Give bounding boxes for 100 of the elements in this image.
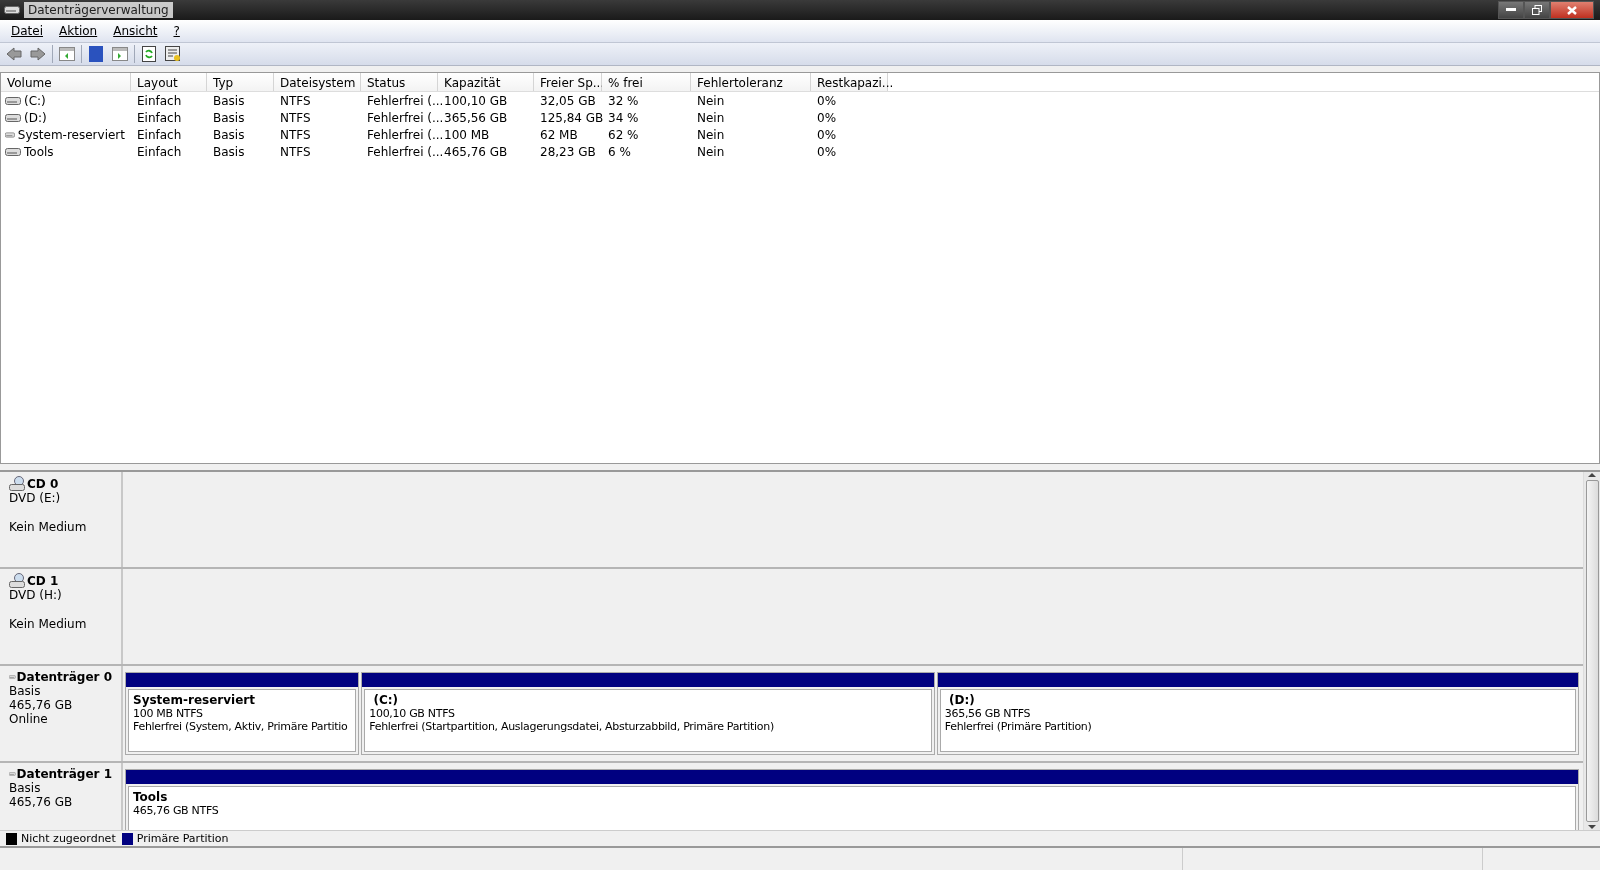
disk-detail: Basis	[9, 684, 41, 698]
drive-icon	[5, 95, 21, 106]
minimize-icon	[1506, 8, 1516, 12]
partition-block[interactable]: System-reserviert 100 MB NTFS Fehlerfrei (System, Aktiv, Primäre Partitio	[125, 672, 360, 755]
table-cell: (D:)	[24, 110, 47, 125]
close-icon	[1567, 5, 1577, 15]
table-cell-text: Basis	[212, 144, 246, 159]
partition-status: Fehlerfrei (Startpartition, Auslagerungsdatei, Absturzabbild, Primäre Partition)	[369, 720, 774, 733]
table-cell-text: Nein	[696, 127, 726, 142]
back-button[interactable]	[4, 44, 24, 64]
partition-name: (C:)	[372, 693, 398, 707]
table-cell-text: 62 %	[607, 127, 640, 142]
partition-name: (D:)	[947, 693, 975, 707]
scrollbar-thumb[interactable]	[1585, 480, 1599, 822]
table-cell-text: 32,05 GB	[539, 93, 597, 108]
disk-info-panel[interactable]: CD 1 DVD (H:) Kein Medium	[0, 569, 123, 664]
close-button[interactable]	[1550, 1, 1594, 19]
partition-name: System-reserviert	[133, 693, 255, 707]
menu-item[interactable]: Ansicht	[106, 24, 165, 38]
disk-info-panel[interactable]: Datenträger 0 Basis 465,76 GB Online	[0, 666, 123, 761]
drive-icon	[5, 112, 21, 123]
table-cell-text: 0%	[816, 93, 838, 108]
menu-item[interactable]: Aktion	[52, 24, 105, 38]
column-header[interactable]: Freier Sp...	[534, 73, 602, 91]
table-cell-text: Einfach	[136, 127, 183, 142]
legend-label: Primäre Partition	[136, 832, 229, 845]
scroll-down-icon[interactable]	[1588, 824, 1596, 830]
table-cell-text: NTFS	[279, 144, 312, 159]
optical-drive-icon	[9, 476, 26, 491]
disk-detail: Kein Medium	[9, 520, 87, 534]
table-cell-text: 62 MB	[539, 127, 579, 142]
column-header[interactable]: Layout	[131, 73, 207, 91]
table-cell-text: NTFS	[279, 93, 312, 108]
column-header[interactable]: Status	[361, 73, 438, 91]
table-cell-text: Nein	[696, 144, 726, 159]
table-cell: (C:)	[24, 93, 46, 108]
minimize-button[interactable]	[1498, 1, 1524, 19]
table-cell-text: Einfach	[136, 93, 183, 108]
panel-toggle-button[interactable]	[57, 44, 77, 64]
menu-item[interactable]: Datei	[4, 24, 50, 38]
table-cell-text: Einfach	[136, 144, 183, 159]
disk-name: Datenträger 1	[16, 767, 112, 781]
legend-label: Nicht zugeordnet	[21, 832, 116, 845]
panel-toggle-button[interactable]	[110, 44, 130, 64]
table-cell-text: 0%	[816, 110, 838, 125]
disk-detail: DVD (E:)	[9, 491, 61, 505]
disk-name: Datenträger 0	[16, 670, 112, 684]
table-cell-text: NTFS	[279, 110, 312, 125]
column-header[interactable]: Dateisystem	[274, 73, 361, 91]
column-header[interactable]: Typ	[207, 73, 274, 91]
table-cell: System-reserviert	[17, 127, 125, 142]
partition-size: 100,10 GB NTFS	[369, 707, 455, 720]
properties-button[interactable]	[163, 44, 183, 64]
table-cell-text: NTFS	[279, 127, 312, 142]
table-cell-text: 125,84 GB	[539, 110, 602, 125]
partition-block[interactable]: Tools 465,76 GB NTFS	[125, 769, 1579, 830]
drive-icon	[5, 146, 21, 157]
table-cell-text: Basis	[212, 93, 246, 108]
disk-detail: Basis	[9, 781, 41, 795]
menu-item[interactable]: ?	[166, 24, 187, 38]
refresh-button[interactable]	[139, 44, 159, 64]
optical-drive-icon	[9, 573, 26, 588]
scroll-up-icon[interactable]	[1588, 472, 1596, 478]
restore-button[interactable]	[1524, 1, 1550, 19]
column-header[interactable]: Kapazität	[438, 73, 534, 91]
forward-button[interactable]	[28, 44, 48, 64]
disk-detail: 465,76 GB	[9, 698, 73, 712]
partition-name: Tools	[133, 790, 168, 804]
app-icon	[4, 5, 20, 15]
table-cell: Tools	[24, 144, 54, 159]
partition-size: 465,76 GB NTFS	[133, 804, 219, 817]
disk-name: CD 1	[27, 573, 59, 588]
column-header[interactable]: % frei	[602, 73, 691, 91]
partition-block[interactable]: (C:) 100,10 GB NTFS Fehlerfrei (Startpartition, Auslagerungsdatei, Absturzabbild, Primäre Partition)	[361, 672, 935, 755]
partition-size: 100 MB NTFS	[133, 707, 203, 720]
table-cell-text: Nein	[696, 93, 726, 108]
table-cell-text: 0%	[816, 144, 838, 159]
table-cell-text: 0%	[816, 127, 838, 142]
table-cell-text: 6 %	[607, 144, 632, 159]
table-cell-text: 32 %	[607, 93, 640, 108]
disk-name: CD 0	[27, 476, 59, 491]
partition-status: Fehlerfrei (System, Aktiv, Primäre Partitio	[133, 720, 348, 733]
partition-block[interactable]: (D:) 365,56 GB NTFS Fehlerfrei (Primäre Partition)	[936, 672, 1579, 755]
window-title: Datenträgerverwaltung	[24, 2, 173, 18]
disk-info-panel[interactable]: CD 0 DVD (E:) Kein Medium	[0, 472, 123, 567]
column-header[interactable]: Fehlertoleranz	[691, 73, 811, 91]
help-button[interactable]	[86, 44, 106, 64]
table-cell-text: 34 %	[607, 110, 640, 125]
table-cell-text: Einfach	[136, 110, 183, 125]
table-cell-text: Basis	[212, 127, 246, 142]
disk-detail: 465,76 GB	[9, 795, 73, 809]
column-header[interactable]: Volume	[1, 73, 131, 91]
partition-size: 365,56 GB NTFS	[944, 707, 1031, 720]
restore-icon	[1532, 5, 1542, 15]
partition-status: Fehlerfrei (Primäre Partition)	[944, 720, 1092, 733]
table-cell-text: Nein	[696, 110, 726, 125]
disk-detail: DVD (H:)	[9, 588, 62, 602]
table-cell-text: 28,23 GB	[539, 144, 597, 159]
disk-detail: Kein Medium	[9, 617, 87, 631]
table-cell-text: Basis	[212, 110, 246, 125]
